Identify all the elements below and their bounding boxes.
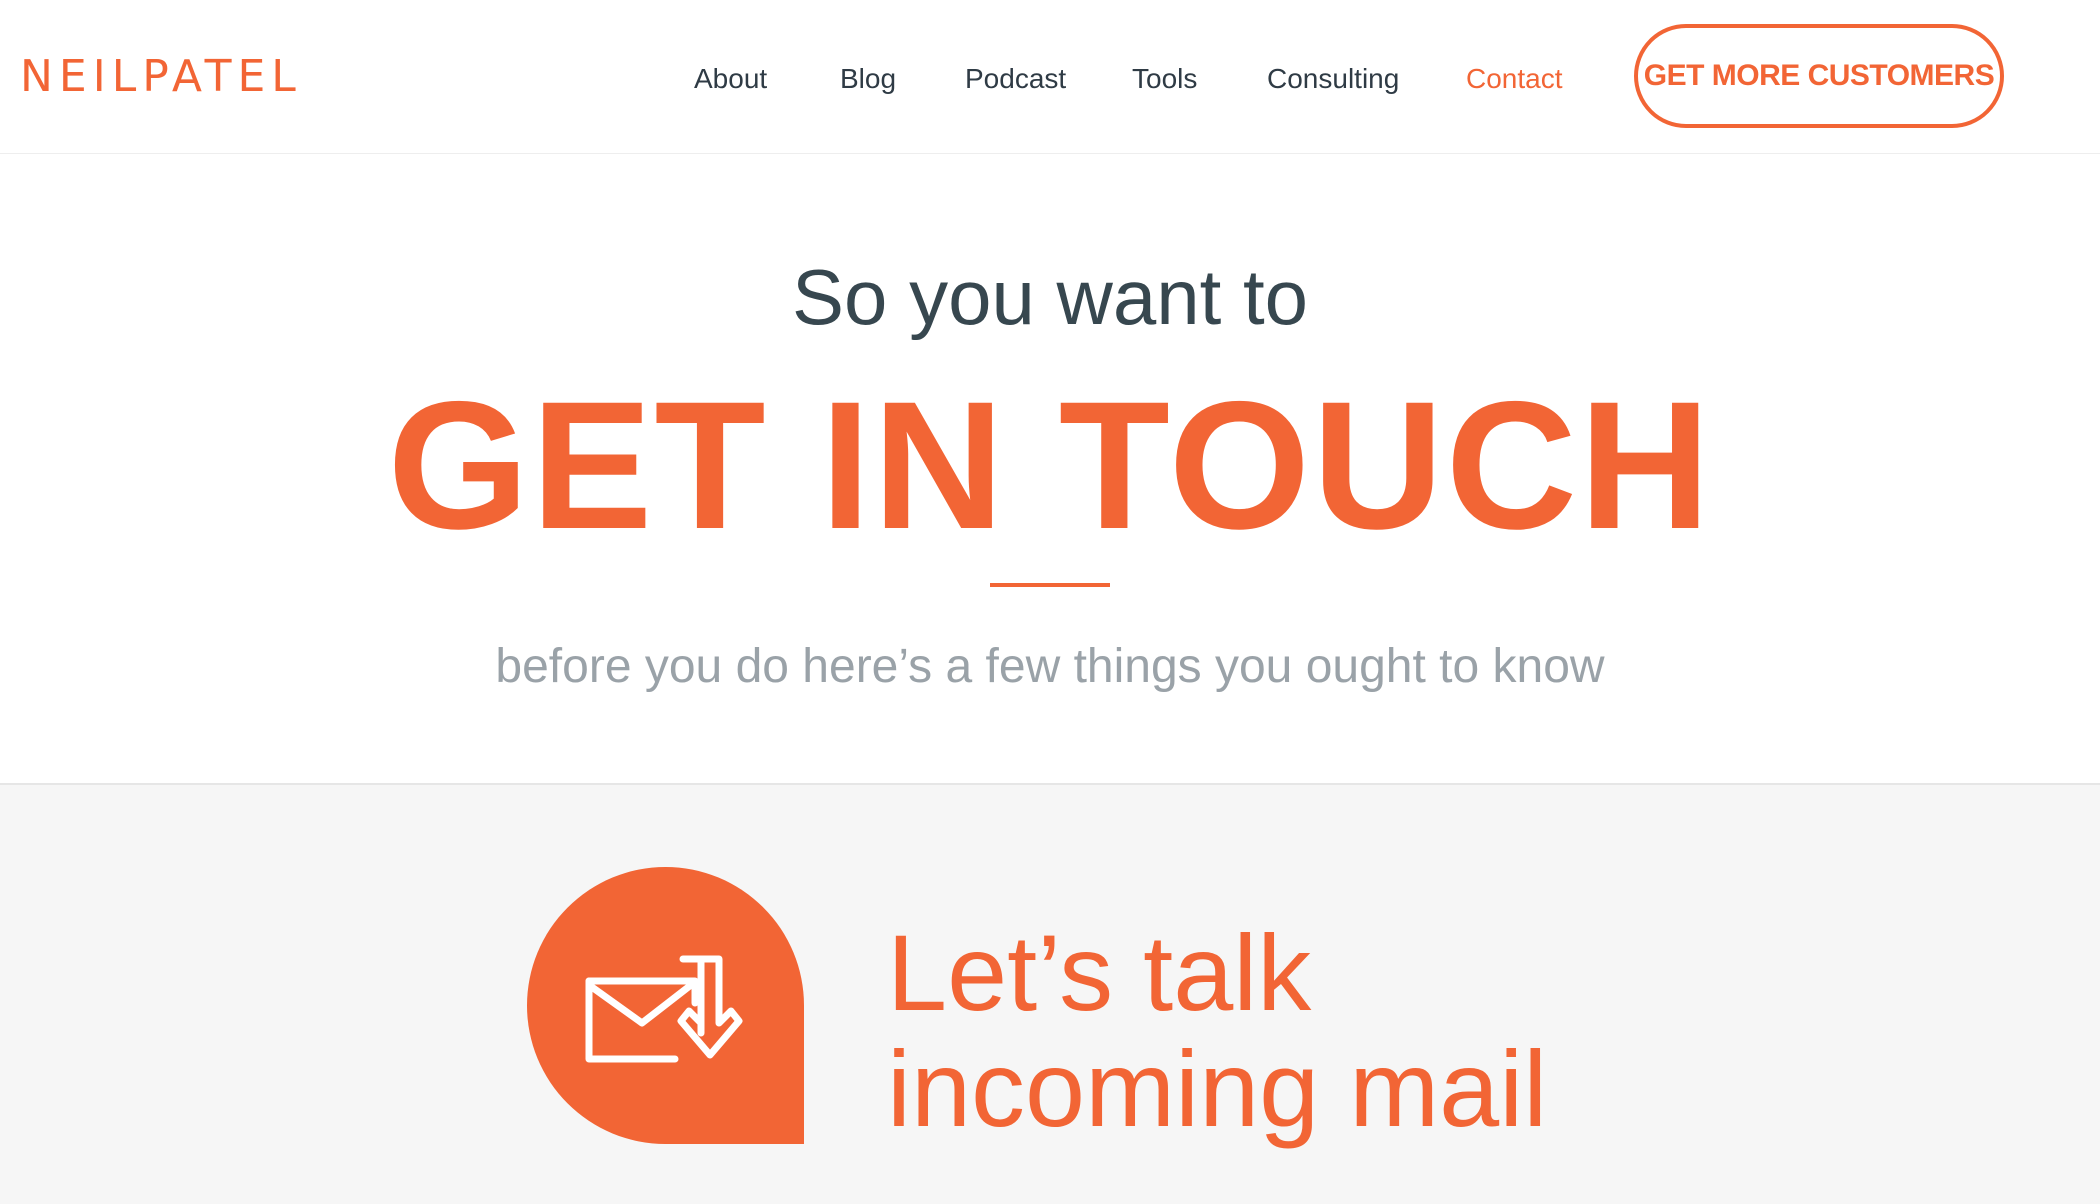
incoming-mail-section: Let’s talk incoming mail [0, 785, 2100, 1204]
mail-heading-line1: Let’s talk [887, 912, 1312, 1033]
nav-item-blog[interactable]: Blog [840, 54, 896, 104]
hero-subtitle: before you do here’s a few things you ou… [495, 640, 1605, 693]
nav-item-tools[interactable]: Tools [1132, 54, 1197, 104]
nav-item-podcast[interactable]: Podcast [965, 54, 1066, 104]
site-header: NEILPATEL About Blog Podcast Tools Consu… [0, 0, 2100, 154]
mail-download-icon [585, 955, 743, 1063]
get-more-customers-button[interactable]: GET MORE CUSTOMERS [1634, 24, 2004, 128]
nav-item-contact[interactable]: Contact [1466, 54, 1563, 104]
nav-item-consulting[interactable]: Consulting [1267, 54, 1399, 104]
hero-section: So you want to GET IN TOUCH before you d… [0, 155, 2100, 785]
mail-heading: Let’s talk incoming mail [887, 915, 1547, 1147]
mail-badge [527, 867, 804, 1144]
mail-heading-line2: incoming mail [887, 1028, 1548, 1149]
hero-title: GET IN TOUCH [387, 363, 1713, 567]
nav-item-about[interactable]: About [694, 54, 767, 104]
site-logo[interactable]: NEILPATEL [20, 49, 302, 105]
hero-pre-title: So you want to [792, 253, 1308, 341]
hero-divider [990, 583, 1110, 587]
